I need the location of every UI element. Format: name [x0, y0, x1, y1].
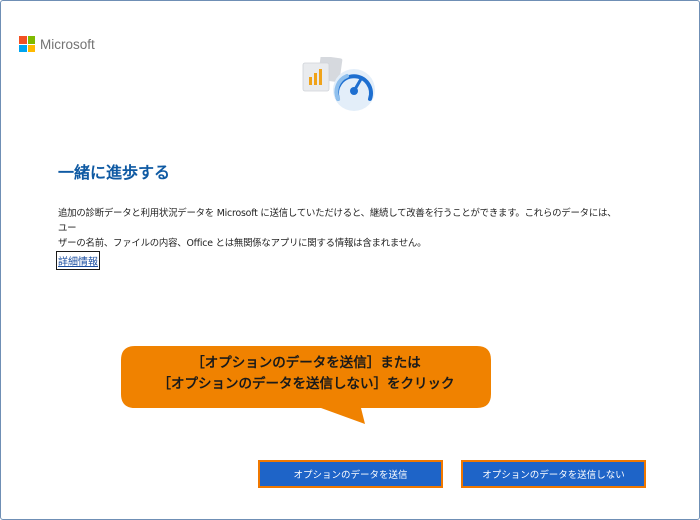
details-link[interactable]: 詳細情報	[56, 251, 100, 270]
diagnostic-gauge-illustration-icon	[301, 55, 381, 115]
callout-line: ［オプションのデータを送信しない］をクリック	[157, 376, 455, 392]
page-title: 一緒に進歩する	[58, 163, 171, 182]
dont-send-optional-data-button[interactable]: オプションのデータを送信しない	[461, 460, 646, 488]
instruction-callout: ［オプションのデータを送信］または ［オプションのデータを送信しない］をクリック	[121, 346, 493, 428]
microsoft-logo: Microsoft	[19, 36, 95, 52]
brand-name: Microsoft	[40, 36, 95, 52]
microsoft-grid-icon	[19, 36, 35, 52]
send-optional-data-button[interactable]: オプションのデータを送信	[258, 460, 443, 488]
dialog-window: Microsoft 一緒に進歩する 追加の診断データと利用状況データを Micr…	[0, 0, 700, 520]
description-line: ザーの名前、ファイルの内容、Office とは無関係なアプリに関する情報は含まれ…	[58, 238, 427, 249]
callout-line: ［オプションのデータを送信］または	[191, 355, 421, 371]
description-line: 追加の診断データと利用状況データを Microsoft に送信していただけると、…	[58, 208, 617, 234]
description-text: 追加の診断データと利用状況データを Microsoft に送信していただけると、…	[58, 206, 618, 251]
